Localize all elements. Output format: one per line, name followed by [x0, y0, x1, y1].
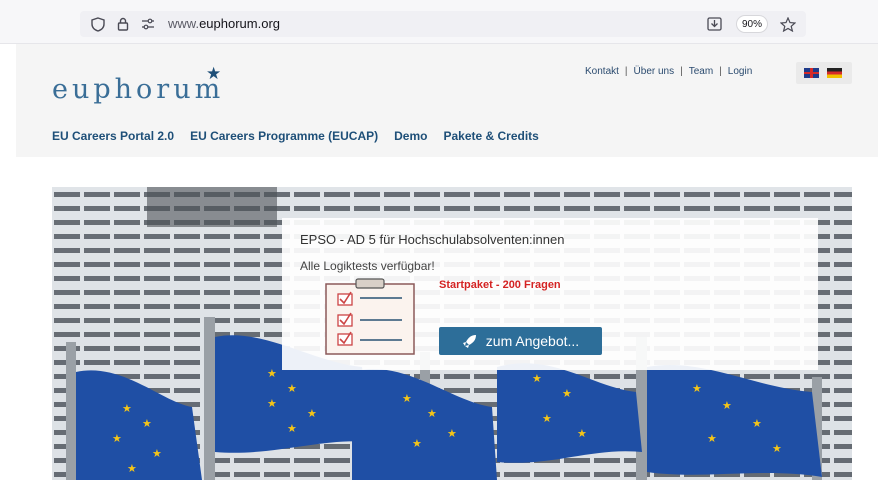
- svg-text:★: ★: [577, 427, 587, 440]
- svg-text:★: ★: [267, 367, 277, 380]
- site-header: euphorum ★ Kontakt | Über uns | Team | L…: [16, 44, 878, 157]
- english-flag-icon[interactable]: [804, 68, 819, 78]
- language-switcher: [796, 62, 852, 84]
- svg-text:★: ★: [447, 427, 457, 440]
- nav-demo[interactable]: Demo: [394, 129, 427, 143]
- nav-pakete-credits[interactable]: Pakete & Credits: [443, 129, 538, 143]
- svg-text:★: ★: [402, 392, 412, 405]
- svg-text:★: ★: [267, 397, 277, 410]
- permissions-icon[interactable]: [138, 11, 158, 37]
- svg-text:★: ★: [772, 442, 782, 455]
- svg-text:★: ★: [307, 407, 317, 420]
- svg-text:★: ★: [287, 382, 297, 395]
- top-links: Kontakt | Über uns | Team | Login: [585, 66, 752, 77]
- offer-subtitle: Alle Logiktests verfügbar!: [300, 259, 435, 273]
- separator: |: [680, 66, 683, 77]
- german-flag-icon[interactable]: [827, 68, 842, 78]
- shield-icon[interactable]: [88, 11, 108, 37]
- lock-icon[interactable]: [113, 11, 133, 37]
- url-text[interactable]: www.euphorum.org: [168, 16, 280, 31]
- svg-text:★: ★: [692, 382, 702, 395]
- offer-card: EPSO - AD 5 für Hochschulabsolventen:inn…: [282, 218, 818, 370]
- offer-button-label: zum Angebot...: [485, 333, 580, 349]
- nav-eu-careers-programme[interactable]: EU Careers Programme (EUCAP): [190, 129, 378, 143]
- svg-text:★: ★: [127, 462, 137, 475]
- svg-text:★: ★: [722, 399, 732, 412]
- svg-text:★: ★: [752, 417, 762, 430]
- svg-text:★: ★: [112, 432, 122, 445]
- checklist-clipboard-icon: [325, 278, 415, 355]
- svg-text:★: ★: [542, 412, 552, 425]
- separator: |: [624, 66, 628, 77]
- site-logo[interactable]: euphorum: [52, 74, 224, 105]
- download-icon[interactable]: [704, 11, 724, 37]
- svg-text:★: ★: [122, 402, 132, 415]
- svg-text:★: ★: [152, 447, 162, 460]
- zoom-level-badge[interactable]: 90%: [736, 15, 768, 33]
- svg-text:★: ★: [532, 372, 542, 385]
- separator: |: [719, 66, 722, 77]
- url-prefix: www.: [168, 16, 200, 31]
- link-ueber-uns[interactable]: Über uns: [634, 66, 675, 77]
- bookmark-star-icon[interactable]: [778, 11, 798, 37]
- svg-text:★: ★: [707, 432, 717, 445]
- offer-cta-button[interactable]: zum Angebot...: [439, 327, 602, 355]
- logo-star-icon: ★: [206, 64, 222, 83]
- url-domain: euphorum.org: [199, 16, 281, 31]
- svg-text:★: ★: [412, 437, 422, 450]
- browser-toolbar: www.euphorum.org 90%: [0, 0, 878, 44]
- nav-eu-careers-portal[interactable]: EU Careers Portal 2.0: [52, 129, 174, 143]
- offer-highlight: Startpaket - 200 Fragen: [439, 279, 561, 291]
- address-bar[interactable]: www.euphorum.org 90%: [80, 11, 806, 37]
- svg-text:★: ★: [427, 407, 437, 420]
- main-navigation: EU Careers Portal 2.0 EU Careers Program…: [52, 129, 539, 143]
- link-team[interactable]: Team: [689, 66, 713, 77]
- svg-text:★: ★: [142, 417, 152, 430]
- svg-text:★: ★: [562, 387, 572, 400]
- svg-text:★: ★: [287, 422, 297, 435]
- website: euphorum ★ Kontakt | Über uns | Team | L…: [16, 44, 878, 480]
- rocket-icon: [462, 335, 476, 348]
- link-login[interactable]: Login: [728, 66, 752, 77]
- offer-title: EPSO - AD 5 für Hochschulabsolventen:inn…: [300, 232, 565, 247]
- link-kontakt[interactable]: Kontakt: [585, 66, 619, 77]
